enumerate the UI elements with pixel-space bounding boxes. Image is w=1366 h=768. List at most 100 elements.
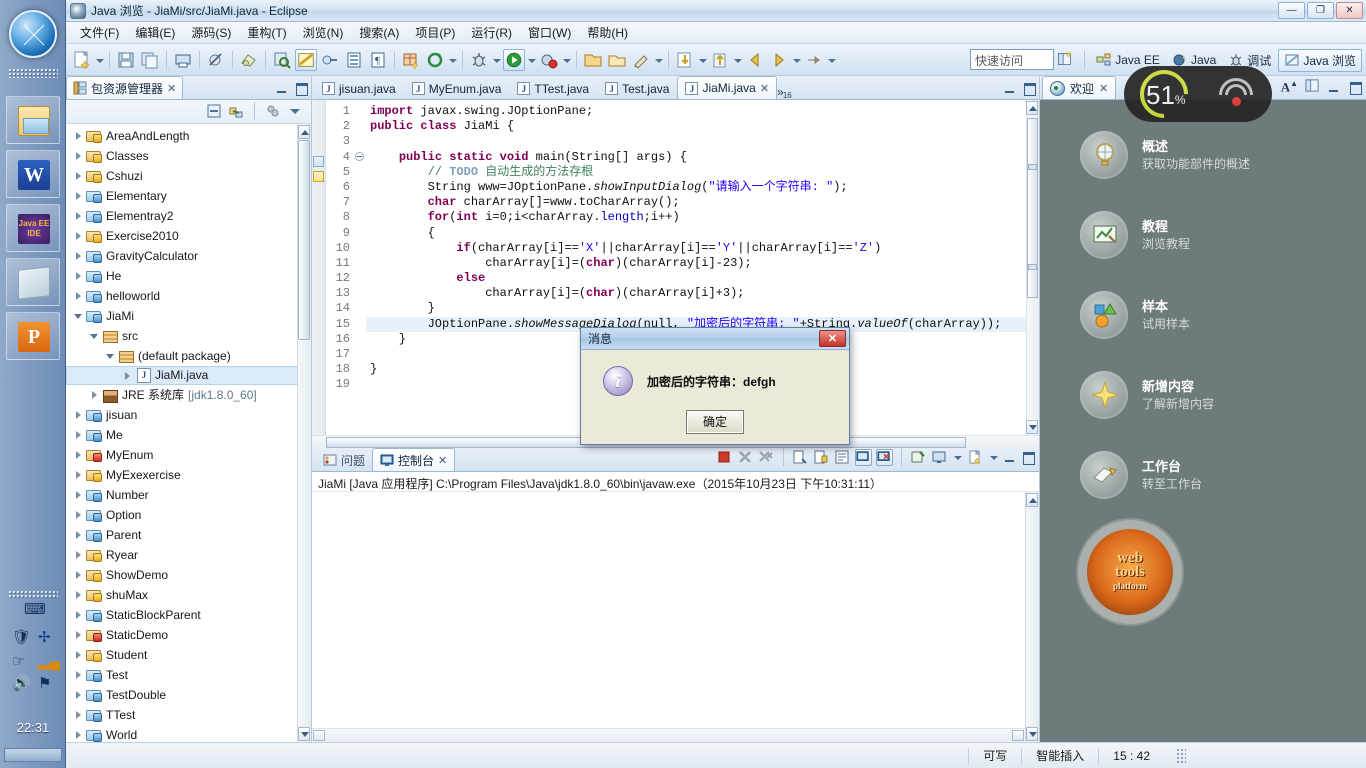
menu-window[interactable]: 窗口(W)	[520, 22, 579, 43]
tree-item[interactable]: Number	[66, 485, 311, 505]
tree-item[interactable]: Classes	[66, 146, 311, 166]
view-menu-icon[interactable]	[265, 103, 281, 119]
marker-bar[interactable]	[312, 100, 326, 435]
collapse-arrow-icon[interactable]	[72, 269, 85, 282]
scrollbar-thumb[interactable]	[1027, 118, 1038, 298]
new-icon[interactable]	[71, 49, 93, 71]
taskbar-item-notes[interactable]	[6, 258, 60, 306]
tree-item[interactable]: World	[66, 725, 311, 742]
tree-item[interactable]: Test	[66, 665, 311, 685]
show-desktop-button[interactable]	[4, 748, 62, 762]
welcome-item-title[interactable]: 工作台	[1142, 458, 1202, 476]
collapse-arrow-icon[interactable]	[72, 169, 85, 182]
taskbar-grip[interactable]	[8, 68, 58, 78]
collapse-arrow-icon[interactable]	[72, 528, 85, 541]
tree-item[interactable]: StaticBlockParent	[66, 605, 311, 625]
forward-dropdown-arrow-icon[interactable]	[791, 49, 802, 71]
tab-welcome[interactable]: 欢迎 ✕	[1042, 76, 1117, 99]
link-icon[interactable]	[319, 49, 341, 71]
scroll-right-icon[interactable]	[1012, 730, 1024, 741]
maximize-welcome-button[interactable]	[1348, 81, 1362, 95]
view-menu-chevron-down-icon[interactable]	[287, 103, 303, 119]
tree-item[interactable]: Student	[66, 645, 311, 665]
show-console-on-error-icon[interactable]	[876, 448, 893, 466]
tree-item[interactable]: Elementray2	[66, 206, 311, 226]
console-horizontal-scrollbar[interactable]	[312, 728, 1025, 742]
back-icon[interactable]	[744, 49, 766, 71]
menu-help[interactable]: 帮助(H)	[579, 22, 636, 43]
editor-tab[interactable]: J JiaMi.java ✕	[677, 76, 778, 99]
tree-item[interactable]: Parent	[66, 525, 311, 545]
collapse-arrow-icon[interactable]	[72, 448, 85, 461]
menu-search[interactable]: 搜索(A)	[351, 22, 407, 43]
scroll-lock-icon[interactable]	[813, 449, 830, 466]
open-console-dropdown-arrow-icon[interactable]	[988, 446, 999, 468]
tree-item[interactable]: src	[66, 326, 311, 346]
minimize-editor-button[interactable]	[1003, 82, 1017, 95]
menu-source[interactable]: 源码(S)	[183, 22, 239, 43]
editor-tab[interactable]: J TTest.java	[509, 77, 597, 99]
collapse-arrow-icon[interactable]	[72, 588, 85, 601]
collapse-arrow-icon[interactable]	[72, 468, 85, 481]
tab-package-explorer[interactable]: 包资源管理器 ✕	[66, 76, 184, 99]
toggle-block-selection-icon[interactable]	[343, 49, 365, 71]
collapse-arrow-icon[interactable]	[72, 289, 85, 302]
collapse-arrow-icon[interactable]	[72, 728, 85, 741]
scroll-up-icon[interactable]	[1026, 101, 1038, 115]
customize-font-icon[interactable]: A▲	[1281, 79, 1298, 95]
collapse-arrow-icon[interactable]	[72, 229, 85, 242]
new-java-package-icon[interactable]	[400, 49, 422, 71]
minimize-button[interactable]: —	[1278, 2, 1305, 19]
tree-item[interactable]: MyExexercise	[66, 465, 311, 485]
tree-item[interactable]: MyEnum	[66, 445, 311, 465]
volume-icon[interactable]: 🔊	[12, 674, 31, 692]
collapse-arrow-icon[interactable]	[72, 129, 85, 142]
scroll-down-icon[interactable]	[298, 727, 310, 741]
collapse-arrow-icon[interactable]	[72, 648, 85, 661]
close-icon[interactable]: ✕	[167, 82, 176, 95]
scroll-up-icon[interactable]	[298, 124, 310, 139]
tree-item[interactable]: Elementary	[66, 186, 311, 206]
welcome-item-title[interactable]: 教程	[1142, 218, 1190, 236]
step-return-icon[interactable]	[709, 49, 731, 71]
step-return-dropdown-arrow-icon[interactable]	[732, 49, 743, 71]
customize-page-icon[interactable]	[1305, 78, 1320, 96]
maximize-console-button[interactable]	[1021, 451, 1035, 465]
shield-icon[interactable]: 🛡	[12, 628, 31, 646]
tree-item[interactable]: JiaMi.java	[66, 365, 311, 385]
menu-navigate[interactable]: 浏览(N)	[295, 22, 352, 43]
tree-item[interactable]: ShowDemo	[66, 565, 311, 585]
menu-file[interactable]: 文件(F)	[72, 22, 127, 43]
taskbar-item-word[interactable]: W	[6, 150, 60, 198]
run-ant-icon[interactable]	[538, 49, 560, 71]
project-tree[interactable]: AreaAndLength Classes Cshuzi Elementary Elem…	[66, 123, 311, 742]
terminate-icon[interactable]	[716, 449, 733, 466]
scroll-left-icon[interactable]	[313, 730, 325, 741]
maximize-editor-button[interactable]	[1022, 82, 1036, 96]
close-button[interactable]: ✕	[1336, 2, 1363, 19]
open-console-icon[interactable]	[967, 449, 984, 466]
remove-all-launches-icon[interactable]	[758, 449, 775, 466]
link-with-editor-icon[interactable]	[228, 103, 244, 119]
collapse-arrow-icon[interactable]	[72, 708, 85, 721]
welcome-item[interactable]: 样本 试用样本	[1080, 288, 1366, 342]
next-annotation-dropdown-arrow-icon[interactable]	[826, 49, 837, 71]
tree-item[interactable]: helloworld	[66, 286, 311, 306]
ok-button[interactable]: 确定	[686, 410, 744, 434]
tree-item[interactable]: Ryear	[66, 545, 311, 565]
open-type-icon[interactable]	[238, 49, 260, 71]
editor-tab[interactable]: J Test.java	[597, 77, 677, 99]
hand-icon[interactable]: ☞	[12, 652, 25, 670]
collapse-arrow-icon[interactable]	[72, 249, 85, 262]
menu-edit[interactable]: 编辑(E)	[127, 22, 183, 43]
collapse-arrow-icon[interactable]	[72, 189, 85, 202]
run-ant-dropdown-arrow-icon[interactable]	[561, 49, 572, 71]
close-icon[interactable]: ✕	[438, 454, 447, 467]
external-tools-icon[interactable]	[424, 49, 446, 71]
tree-item[interactable]: JiaMi	[66, 306, 311, 326]
scroll-down-icon[interactable]	[1026, 420, 1038, 434]
collapse-arrow-icon[interactable]	[72, 688, 85, 701]
tree-item[interactable]: Exercise2010	[66, 226, 311, 246]
tab-console[interactable]: 控制台 ✕	[372, 448, 456, 471]
minimize-welcome-button[interactable]	[1327, 81, 1341, 94]
